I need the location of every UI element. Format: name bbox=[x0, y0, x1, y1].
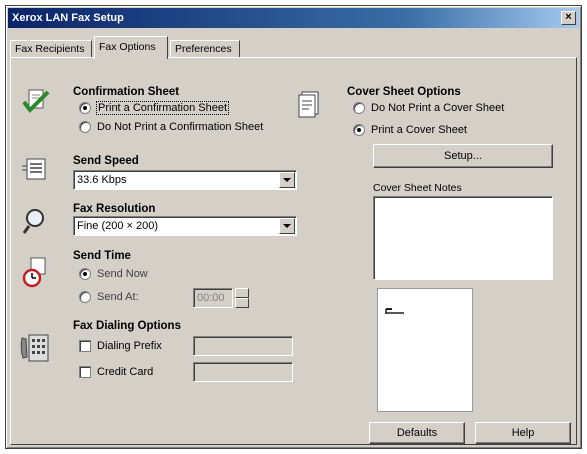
help-button-label: Help bbox=[511, 427, 535, 439]
tab-preferences-label: Preferences bbox=[175, 43, 232, 55]
setup-button-label: Setup... bbox=[444, 150, 482, 162]
send-speed-value: 33.6 Kbps bbox=[77, 174, 127, 186]
checkbox-credit-card[interactable]: Credit Card bbox=[79, 366, 153, 378]
dialing-options-title: Fax Dialing Options bbox=[73, 320, 181, 332]
send-speed-icon bbox=[22, 158, 46, 180]
radio-print-cover-sheet[interactable]: Print a Cover Sheet bbox=[353, 124, 467, 136]
window-title: Xerox LAN Fax Setup bbox=[12, 12, 124, 24]
tab-fax-recipients[interactable]: Fax Recipients bbox=[10, 40, 92, 58]
radio-send-now-label: Send Now bbox=[97, 268, 148, 280]
send-speed-title: Send Speed bbox=[73, 155, 139, 167]
radio-no-confirmation[interactable]: Do Not Print a Confirmation Sheet bbox=[79, 121, 263, 133]
radio-send-now-indicator[interactable] bbox=[79, 268, 91, 280]
help-button[interactable]: Help bbox=[475, 422, 571, 444]
radio-no-cover-sheet[interactable]: Do Not Print a Cover Sheet bbox=[353, 102, 504, 114]
fax-resolution-title: Fax Resolution bbox=[73, 203, 156, 215]
defaults-button-label: Defaults bbox=[396, 427, 438, 439]
send-at-time-value: 00:00 bbox=[197, 292, 225, 304]
radio-send-at-indicator[interactable] bbox=[79, 291, 91, 303]
cover-preview-thumbnail-icon bbox=[385, 308, 404, 314]
send-time-title: Send Time bbox=[73, 250, 131, 262]
radio-print-confirmation[interactable]: Print a Confirmation Sheet bbox=[79, 101, 230, 115]
checkbox-credit-card-label: Credit Card bbox=[97, 366, 154, 378]
cover-sheet-notes-label: Cover Sheet Notes bbox=[373, 182, 462, 194]
magnifier-icon bbox=[22, 209, 44, 234]
checkbox-dialing-prefix-box[interactable] bbox=[79, 340, 91, 352]
confirmation-sheet-title: Confirmation Sheet bbox=[73, 86, 180, 98]
close-button[interactable]: × bbox=[561, 11, 576, 25]
radio-no-confirmation-label: Do Not Print a Confirmation Sheet bbox=[97, 121, 264, 133]
fax-resolution-select[interactable]: Fine (200 × 200) bbox=[73, 216, 297, 236]
cover-sheet-icon bbox=[298, 91, 319, 118]
cover-sheet-title: Cover Sheet Options bbox=[347, 86, 461, 98]
spin-down-button[interactable] bbox=[235, 298, 249, 308]
send-speed-select[interactable]: 33.6 Kbps bbox=[73, 170, 297, 190]
radio-send-now[interactable]: Send Now bbox=[79, 268, 148, 280]
radio-print-cover-sheet-indicator[interactable] bbox=[353, 124, 365, 136]
radio-send-at-label: Send At: bbox=[97, 291, 139, 303]
confirmation-check-icon bbox=[22, 89, 50, 114]
fax-options-panel: Confirmation Sheet Print a Confirmation … bbox=[10, 57, 577, 445]
send-at-time-spinner[interactable] bbox=[235, 288, 249, 308]
radio-no-cover-sheet-indicator[interactable] bbox=[353, 102, 365, 114]
cover-sheet-setup-button[interactable]: Setup... bbox=[373, 144, 553, 168]
radio-print-confirmation-label: Print a Confirmation Sheet bbox=[95, 101, 230, 115]
dialing-prefix-field[interactable] bbox=[193, 336, 293, 356]
send-at-time-field[interactable]: 00:00 bbox=[193, 288, 233, 308]
cover-sheet-preview bbox=[377, 288, 473, 412]
radio-no-confirmation-indicator[interactable] bbox=[79, 121, 91, 133]
cover-sheet-notes-field[interactable] bbox=[373, 196, 553, 280]
phone-keypad-icon bbox=[20, 334, 49, 362]
chevron-down-icon bbox=[283, 224, 291, 228]
clock-icon bbox=[22, 257, 46, 288]
close-icon: × bbox=[565, 11, 572, 23]
fax-resolution-value: Fine (200 × 200) bbox=[77, 220, 159, 232]
fax-resolution-dropdown-button[interactable] bbox=[279, 218, 295, 234]
send-speed-dropdown-button[interactable] bbox=[279, 172, 295, 188]
checkbox-dialing-prefix[interactable]: Dialing Prefix bbox=[79, 340, 162, 352]
tab-fax-recipients-label: Fax Recipients bbox=[15, 43, 85, 55]
tab-fax-options[interactable]: Fax Options bbox=[94, 36, 168, 59]
radio-send-at[interactable]: Send At: bbox=[79, 291, 139, 303]
radio-print-confirmation-indicator[interactable] bbox=[79, 102, 91, 114]
fax-setup-window: Xerox LAN Fax Setup × Fax Recipients Fax… bbox=[5, 5, 582, 449]
tab-fax-options-label: Fax Options bbox=[99, 41, 156, 53]
spin-up-button[interactable] bbox=[235, 288, 249, 298]
radio-print-cover-sheet-label: Print a Cover Sheet bbox=[371, 124, 467, 136]
defaults-button[interactable]: Defaults bbox=[369, 422, 465, 444]
chevron-down-icon bbox=[283, 178, 291, 182]
credit-card-field[interactable] bbox=[193, 362, 293, 382]
checkbox-dialing-prefix-label: Dialing Prefix bbox=[97, 340, 162, 352]
checkbox-credit-card-box[interactable] bbox=[79, 366, 91, 378]
tab-preferences[interactable]: Preferences bbox=[170, 40, 240, 58]
title-bar[interactable]: Xerox LAN Fax Setup × bbox=[8, 8, 579, 28]
radio-no-cover-sheet-label: Do Not Print a Cover Sheet bbox=[371, 102, 505, 114]
